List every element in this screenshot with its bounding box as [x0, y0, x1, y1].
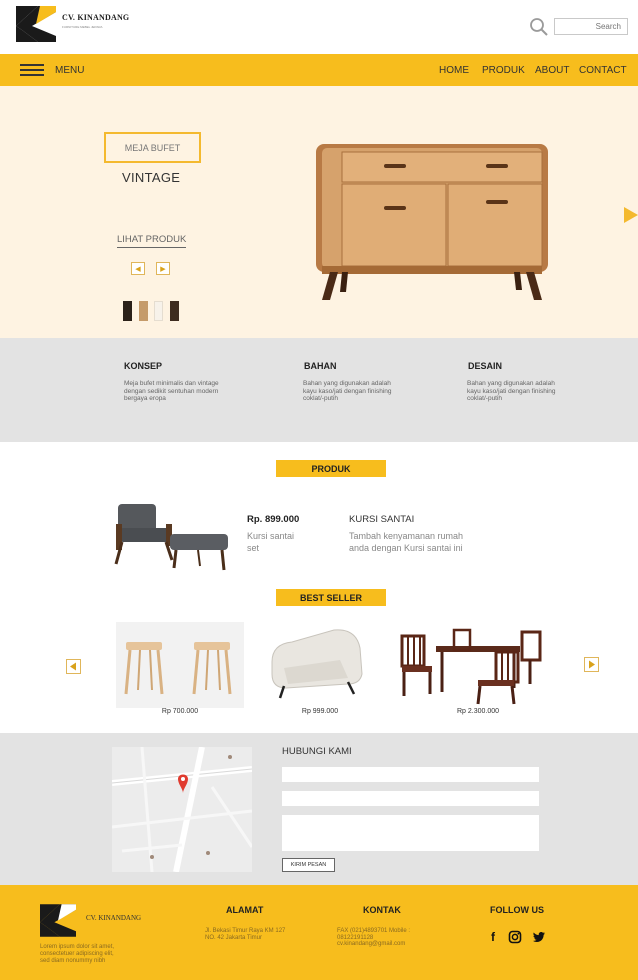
produk-description: Kursi santai set — [247, 531, 295, 553]
footer-logo — [40, 904, 76, 937]
bestseller-next-icon[interactable] — [584, 657, 599, 672]
produk-section-tag: PRODUK — [276, 460, 386, 477]
bestseller-item-armchair[interactable] — [262, 622, 390, 708]
produk-tagline: Tambah kenyamanan rumah anda dengan Kurs… — [349, 531, 464, 553]
contact-name-field[interactable] — [282, 767, 539, 782]
feature-text-konsep: Meja bufet minimalis dan vintage dengan … — [124, 380, 219, 402]
footer-brand-name: CV. KINANDANG — [86, 914, 142, 922]
chevron-left-icon: ◀ — [135, 265, 141, 273]
brand-name: CV. KINANDANG — [62, 13, 130, 22]
hero-prev-button[interactable]: ◀ — [131, 262, 145, 275]
nav-link-produk[interactable]: PRODUK — [482, 65, 525, 76]
feature-title-konsep: KONSEP — [124, 361, 163, 371]
feature-title-desain: DESAIN — [468, 361, 503, 371]
bestseller-price-3: Rp 2.300.000 — [456, 708, 500, 715]
bestseller-section-tag: BEST SELLER — [276, 589, 386, 606]
hero-title: VINTAGE — [122, 170, 181, 185]
hero-next-button[interactable]: ▶ — [156, 262, 170, 275]
color-swatch-dark[interactable] — [123, 301, 132, 321]
color-swatch-oak[interactable] — [139, 301, 148, 321]
nav-link-about[interactable]: ABOUT — [535, 65, 569, 76]
lounge-chair-set-image — [114, 504, 228, 571]
twitter-icon[interactable] — [532, 930, 546, 944]
feature-text-bahan: Bahan yang digunakan adalah kayu kaso/ja… — [303, 380, 392, 402]
slider-next-arrow-icon[interactable] — [624, 207, 638, 223]
footer-kontak-text: FAX (021)4893701 Mobile : 08122191128 cv… — [337, 928, 411, 947]
search-input[interactable] — [554, 18, 628, 35]
nav-link-contact[interactable]: CONTACT — [579, 65, 627, 76]
buffet-cabinet-image — [316, 144, 548, 300]
menu-label[interactable]: MENU — [55, 65, 84, 76]
hamburger-menu-icon[interactable] — [20, 64, 44, 76]
bar-stools-image — [124, 642, 232, 695]
location-map[interactable] — [112, 747, 252, 872]
feature-title-bahan: BAHAN — [304, 361, 337, 371]
feature-text-desain: Bahan yang digunakan adalah kayu kaso/ja… — [467, 380, 556, 402]
footer-alamat-text: Jl. Bekasi Timur Raya KM 127 NO. 42 Jaka… — [205, 928, 286, 941]
hero-category-tag: MEJA BUFET — [104, 132, 201, 163]
bestseller-item-dining-set[interactable] — [398, 622, 542, 708]
dining-set-image — [400, 628, 542, 705]
instagram-icon[interactable] — [508, 930, 522, 944]
facebook-icon[interactable]: f — [486, 930, 500, 944]
bestseller-price-2: Rp 999.000 — [301, 708, 339, 715]
footer-about-text: Lorem ipsum dolor sit amet, consectetuer… — [40, 944, 115, 964]
send-message-button[interactable]: KIRIM PESAN — [282, 858, 335, 872]
produk-price: Rp. 899.000 — [247, 514, 300, 525]
company-logo[interactable] — [16, 6, 56, 42]
chevron-right-icon: ▶ — [160, 265, 166, 273]
bestseller-item-stools[interactable] — [116, 622, 244, 708]
contact-message-field[interactable] — [282, 815, 539, 851]
see-product-link[interactable]: LIHAT PRODUK — [117, 234, 187, 248]
contact-email-field[interactable] — [282, 791, 539, 806]
contact-title: HUBUNGI KAMI — [282, 746, 352, 757]
search-icon[interactable] — [529, 17, 549, 37]
footer-kontak-title: KONTAK — [363, 905, 401, 915]
color-swatch-walnut[interactable] — [170, 301, 179, 321]
brand-subtitle: FURNITURE MEBEL JEPARA — [62, 25, 103, 29]
armchair-image — [271, 629, 363, 699]
bestseller-price-1: Rp 700.000 — [161, 708, 199, 715]
nav-link-home[interactable]: HOME — [439, 65, 469, 76]
color-swatch-white[interactable] — [154, 301, 163, 321]
footer-alamat-title: ALAMAT — [226, 905, 264, 915]
produk-name: KURSI SANTAI — [349, 514, 415, 525]
footer-follow-title: FOLLOW US — [490, 905, 544, 915]
bestseller-prev-icon[interactable] — [66, 659, 81, 674]
